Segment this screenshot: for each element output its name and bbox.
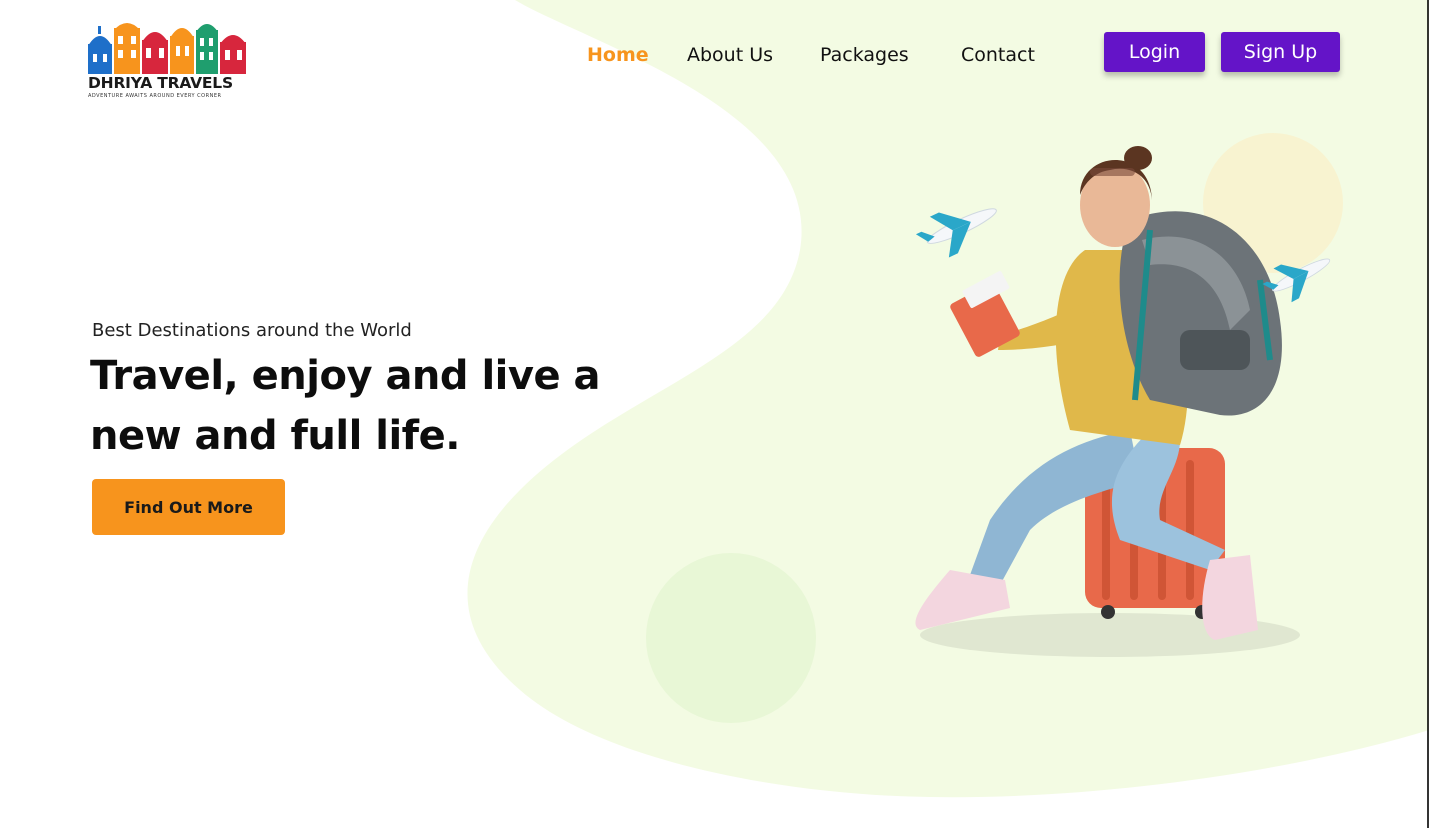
city-skyline-logo-icon xyxy=(88,23,246,74)
nav-item-home[interactable]: Home xyxy=(587,44,649,66)
brand-logo[interactable]: DHRIYA TRAVELS ADVENTURE AWAITS AROUND E… xyxy=(86,16,250,102)
login-button[interactable]: Login xyxy=(1104,32,1205,72)
nav-item-about-us[interactable]: About Us xyxy=(687,44,773,66)
main-nav: Home About Us Packages Contact xyxy=(587,40,1035,70)
hero-headline: Travel, enjoy and live a new and full li… xyxy=(90,353,601,459)
airplane-icon xyxy=(915,208,997,258)
brand-name: DHRIYA TRAVELS xyxy=(88,74,233,92)
brand-tagline: ADVENTURE AWAITS AROUND EVERY CORNER xyxy=(88,93,222,99)
hero-traveler-illustration xyxy=(915,133,1343,657)
decor-circle xyxy=(646,553,816,723)
find-out-more-button[interactable]: Find Out More xyxy=(92,479,285,535)
nav-item-contact[interactable]: Contact xyxy=(961,44,1035,66)
nav-item-packages[interactable]: Packages xyxy=(820,44,909,66)
signup-button[interactable]: Sign Up xyxy=(1221,32,1340,72)
hero-kicker: Best Destinations around the World xyxy=(92,320,412,341)
